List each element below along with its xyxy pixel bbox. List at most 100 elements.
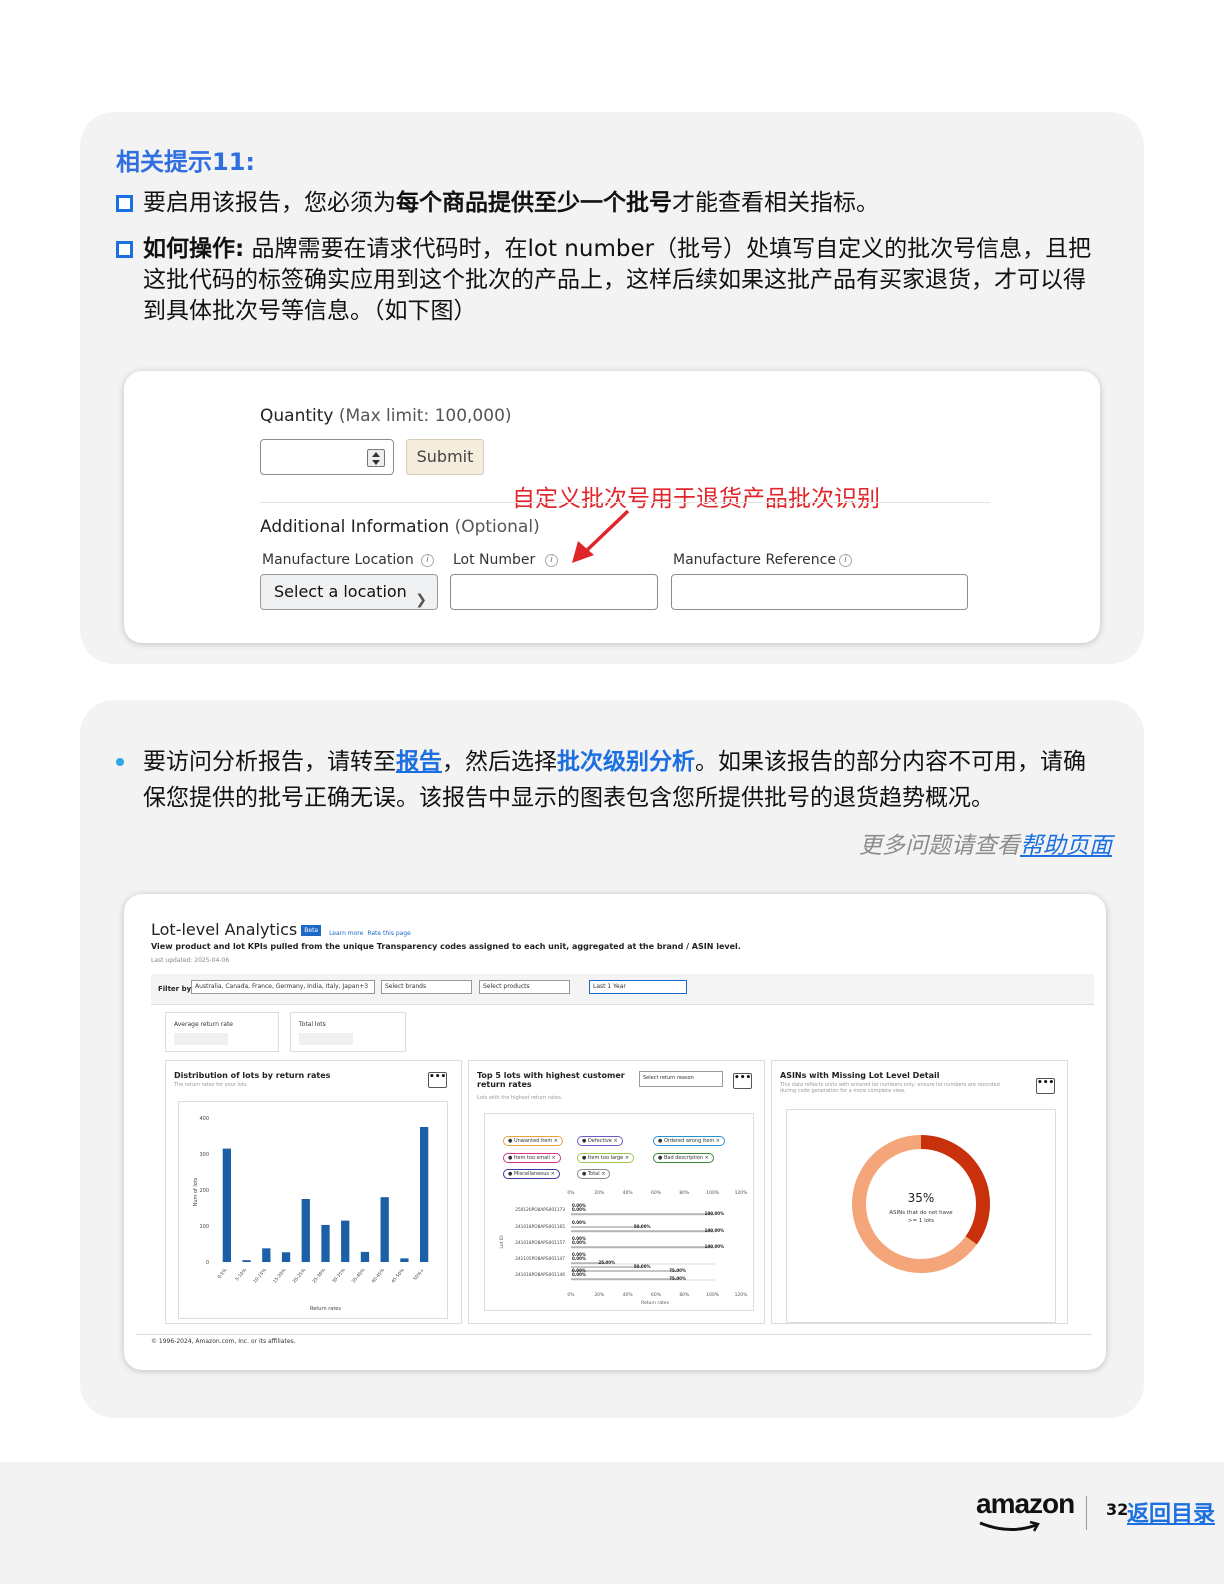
manufacture-reference-label: Manufacture Reference xyxy=(673,552,836,568)
info-icon[interactable]: i xyxy=(839,554,852,567)
tip-bullet-2: 如何操作: 品牌需要在请求代码时，在lot number（批号）处填写自定义的批… xyxy=(116,234,1108,327)
top-lots-panel: Top 5 lots with highest customer return … xyxy=(468,1060,765,1324)
filter-label: Filter by xyxy=(158,985,192,993)
y-tick-label: 0 xyxy=(206,1260,209,1266)
info-icon[interactable]: i xyxy=(545,554,558,567)
panel-subtitle: This data reflects units with entered lo… xyxy=(780,1082,1000,1094)
bar xyxy=(281,1252,291,1262)
bar-label: 0.00% xyxy=(572,1207,586,1212)
bar xyxy=(321,1224,330,1262)
tip-title: 相关提示11: xyxy=(116,148,255,176)
marketplace-filter[interactable]: Australia, Canada, France, Germany, Indi… xyxy=(191,980,375,994)
y-tick-label: 100 xyxy=(199,1224,209,1230)
bar-label: 25.00% xyxy=(598,1260,615,1265)
x-tick-label: 45-50% xyxy=(390,1267,406,1285)
analytics-subtitle: View product and lot KPIs pulled from th… xyxy=(151,942,741,951)
manufacture-reference-input[interactable] xyxy=(671,574,968,610)
last-updated: Last updated: 2025-04-06 xyxy=(151,957,230,964)
x-tick-label: 0-5% xyxy=(216,1267,229,1280)
x-tick-label: 20% xyxy=(594,1190,605,1196)
back-to-toc-link[interactable]: 返回目录 xyxy=(1127,1496,1215,1528)
return-reason-select[interactable]: Select return reason xyxy=(639,1071,723,1087)
y-tick-label: 300 xyxy=(199,1152,209,1158)
stepper-icon[interactable] xyxy=(367,449,385,467)
period-filter[interactable]: Last 1 Year xyxy=(589,980,687,994)
page-number: 32 xyxy=(1106,1500,1129,1519)
brand-filter[interactable]: Select brands xyxy=(381,980,472,994)
bar xyxy=(419,1127,429,1262)
divider xyxy=(136,1334,1092,1335)
bar-label: 75.00% xyxy=(669,1276,686,1281)
square-bullet-icon xyxy=(116,241,133,258)
lot-id-label: 241018PO8APS001165 xyxy=(515,1224,565,1230)
copyright: © 1996-2024, Amazon.com, Inc. or its aff… xyxy=(151,1338,296,1345)
x-axis-label: Return rates xyxy=(641,1300,670,1306)
top-lots-frame: ● Unwanted item × ● Defective × ● Ordered … xyxy=(484,1113,754,1311)
more-help: 更多问题请查看帮助页面 xyxy=(859,833,1112,859)
panel-subtitle: Lots with the highest return rates. xyxy=(477,1095,563,1101)
x-axis-label: Return rates xyxy=(310,1306,341,1312)
bar xyxy=(301,1199,310,1262)
bar-label: 0.00% xyxy=(572,1220,586,1225)
x-tick-label: 80% xyxy=(679,1292,690,1298)
x-tick-label: 120% xyxy=(735,1292,749,1298)
submit-button[interactable]: Submit xyxy=(406,439,484,475)
x-tick-label: 60% xyxy=(651,1292,662,1298)
bar-label: 75.00% xyxy=(669,1268,686,1273)
tip-bullet-1: 要启用该报告，您必须为每个商品提供至少一个批号才能查看相关指标。 xyxy=(116,188,1108,219)
x-tick-label: 0% xyxy=(567,1292,575,1298)
donut-chart: 35% ASINs that do not have >= 1 lots xyxy=(852,1135,990,1273)
more-menu-button[interactable]: ••• xyxy=(1036,1078,1055,1094)
amazon-logo: amazon xyxy=(976,1488,1075,1532)
top-lots-chart: 0% 0% 20% 20% 40% 40% 60% 60% 80% 80% 100% 100% 120%… xyxy=(499,1190,749,1306)
more-menu-button[interactable]: ••• xyxy=(428,1072,447,1088)
bar-label: 0.00% xyxy=(572,1240,586,1245)
y-tick-label: 400 xyxy=(199,1116,209,1122)
lot-number-input[interactable] xyxy=(450,574,658,610)
report-bullet: 要访问分析报告，请转至报告，然后选择批次级别分析。如果该报告的部分内容不可用，请… xyxy=(116,744,1108,816)
bar-label: 0.00% xyxy=(572,1272,586,1277)
bar-label: 100.00% xyxy=(705,1244,724,1249)
square-bullet-icon xyxy=(116,195,133,212)
bar xyxy=(222,1148,232,1262)
x-tick-label: 15-20% xyxy=(272,1267,288,1285)
filter-bar: Filter by Australia, Canada, France, Ger… xyxy=(151,974,1094,1005)
tip-card: 相关提示11: 要启用该报告，您必须为每个商品提供至少一个批号才能查看相关指标。… xyxy=(80,112,1144,664)
help-page-link[interactable]: 帮助页面 xyxy=(1020,833,1112,859)
bar-label: 50.00% xyxy=(634,1224,651,1229)
lot-analytics-screenshot: Lot-level Analytics Beta Learn more Rate th… xyxy=(124,894,1106,1370)
lot-id-label: 241105PO8APS001147 xyxy=(515,1256,565,1262)
lot-analytics-link[interactable]: 批次级别分析 xyxy=(557,749,695,775)
learn-more-link[interactable]: Learn more xyxy=(329,930,363,937)
more-menu-button[interactable]: ••• xyxy=(733,1073,752,1089)
quantity-input[interactable] xyxy=(260,439,394,475)
manufacture-location-label: Manufacture Location xyxy=(262,552,414,568)
panel-title: Top 5 lots with highest customer return … xyxy=(477,1071,625,1089)
y-axis-label: Lot ID xyxy=(499,1235,505,1249)
dot-bullet-icon xyxy=(116,758,124,766)
x-tick-label: 25-30% xyxy=(311,1267,327,1285)
lot-id-label: 241018PO8APS001146 xyxy=(515,1272,565,1278)
product-filter[interactable]: Select products xyxy=(479,980,570,994)
donut-frame: 35% ASINs that do not have >= 1 lots xyxy=(786,1109,1056,1323)
bar-label: 100.00% xyxy=(705,1211,724,1216)
info-icon[interactable]: i xyxy=(421,554,434,567)
rate-page-link[interactable]: Rate this page xyxy=(367,930,411,937)
bar-label: 100.00% xyxy=(705,1228,724,1233)
bar xyxy=(360,1251,370,1262)
kpi-placeholder xyxy=(299,1033,353,1045)
quantity-label: Quantity (Max limit: 100,000) xyxy=(260,406,512,426)
x-tick-label: 20-25% xyxy=(292,1267,308,1285)
x-tick-label: 60% xyxy=(651,1190,662,1196)
x-tick-label: 40% xyxy=(623,1292,634,1298)
panel-title: Distribution of lots by return rates xyxy=(174,1071,331,1080)
manufacture-location-select[interactable]: Select a location ❯ xyxy=(260,574,438,610)
missing-lot-panel: ASINs with Missing Lot Level Detail This… xyxy=(771,1060,1068,1324)
x-tick-label: 10-15% xyxy=(252,1267,268,1285)
bar-label: 50.00% xyxy=(634,1264,651,1269)
reports-link[interactable]: 报告 xyxy=(396,749,442,775)
x-tick-label: 35-40% xyxy=(351,1267,367,1285)
chevron-down-icon: ❯ xyxy=(415,592,427,608)
amazon-smile-icon xyxy=(979,1521,1040,1532)
bar xyxy=(341,1220,350,1262)
